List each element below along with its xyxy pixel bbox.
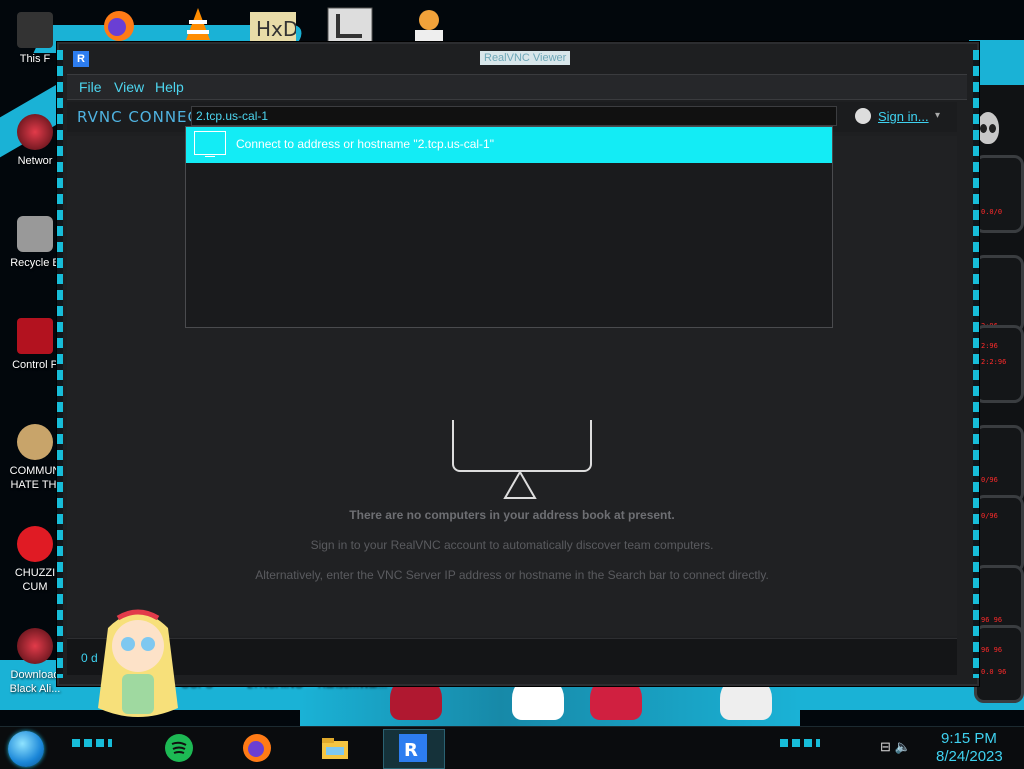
menu-view[interactable]: View	[114, 79, 144, 95]
sign-in-link[interactable]: Sign in...	[878, 109, 929, 124]
status-bar: 0 d	[67, 638, 957, 675]
search-suggestions-dropdown: Connect to address or hostname "2.tcp.us…	[185, 126, 833, 328]
firefox-icon[interactable]	[242, 733, 272, 763]
firefox-desktop-icon[interactable]	[95, 6, 143, 42]
monitor-illustration	[452, 420, 592, 472]
realvnc-app-icon[interactable]: R	[73, 51, 89, 67]
panel-readout: 2:2:96	[981, 358, 1007, 366]
panel-segment: 96 96 0.0 96	[974, 625, 1024, 703]
computer-icon	[17, 12, 53, 48]
vlc-desktop-icon[interactable]	[174, 6, 222, 42]
chevron-down-icon[interactable]: ▾	[935, 110, 940, 121]
monitor-stand-illustration	[503, 470, 537, 499]
user-icon[interactable]	[855, 108, 871, 124]
realvnc-icon[interactable]: R	[398, 733, 428, 763]
panel-segment: 0/96	[974, 495, 1024, 573]
realvnc-viewer-window: R RealVNC Viewer File View Help RVNC CON…	[57, 42, 979, 686]
empty-state-text: Alternatively, enter the VNC Server IP a…	[255, 568, 769, 582]
panel-readout: 0/96	[981, 512, 998, 520]
user-desktop-icon[interactable]	[405, 6, 453, 42]
app-desktop-icon[interactable]	[326, 6, 374, 43]
network-tray-icon[interactable]: ⊟	[880, 739, 891, 754]
taskbar-decoration	[72, 739, 112, 747]
empty-state-title: There are no computers in your address b…	[349, 508, 675, 522]
panel-readout: 0/96	[981, 476, 998, 484]
clock-date[interactable]: 8/24/2023	[936, 748, 1003, 765]
menu-bar: File View Help	[67, 74, 967, 100]
window-title: RealVNC Viewer	[480, 51, 571, 65]
panel-segment: 2:96 2:2:96	[974, 325, 1024, 403]
panel-readout: 96 96	[981, 616, 1003, 624]
connect-suggestion-label: Connect to address or hostname "2.tcp.us…	[236, 137, 494, 151]
panel-readout: 2:96	[981, 342, 998, 350]
panel-segment: 0/96	[974, 425, 1024, 503]
chuzzle-icon	[17, 526, 53, 562]
title-bar[interactable]: R RealVNC Viewer	[67, 48, 967, 70]
empty-state-text: Sign in to your RealVNC account to autom…	[310, 538, 714, 552]
control-panel-icon	[17, 318, 53, 354]
system-tray: ⊟ 🔈	[880, 739, 911, 755]
taskbar-decoration	[780, 739, 820, 747]
window-frame-decoration	[973, 50, 979, 678]
panel-segment: 0.0/0	[974, 155, 1024, 233]
panel-readout: 0.0 96	[981, 668, 1007, 676]
network-icon	[17, 114, 53, 150]
alienware-logo-icon	[977, 112, 999, 144]
alien-icon	[17, 628, 53, 664]
clock-time[interactable]: 9:15 PM	[941, 730, 997, 747]
svg-text:R: R	[404, 740, 418, 761]
panel-readout: 96 96	[981, 646, 1003, 654]
search-input[interactable]	[191, 106, 837, 126]
svg-text:HxD: HxD	[256, 17, 296, 41]
panel-segment: 2:96	[974, 255, 1024, 333]
monitor-icon	[194, 131, 226, 157]
menu-help[interactable]: Help	[155, 79, 184, 95]
money-bag-icon	[17, 424, 53, 460]
window-frame-decoration	[57, 50, 63, 678]
connect-suggestion-item[interactable]: Connect to address or hostname "2.tcp.us…	[186, 127, 832, 163]
star-butterfly-character-image	[98, 609, 178, 717]
panel-readout: 0.0/0	[981, 208, 1003, 216]
taskbar: R ⊟ 🔈 9:15 PM 8/24/2023	[0, 726, 1024, 769]
vnc-connect-logo: RVNC CONNECT	[77, 108, 210, 126]
hxd-desktop-icon[interactable]: HxD	[248, 6, 298, 42]
volume-icon[interactable]: 🔈	[895, 739, 911, 754]
menu-file[interactable]: File	[79, 79, 102, 95]
recycle-bin-icon	[17, 216, 53, 252]
spotify-icon[interactable]	[164, 733, 194, 763]
start-button[interactable]	[8, 731, 44, 767]
file-explorer-icon[interactable]	[320, 733, 350, 763]
